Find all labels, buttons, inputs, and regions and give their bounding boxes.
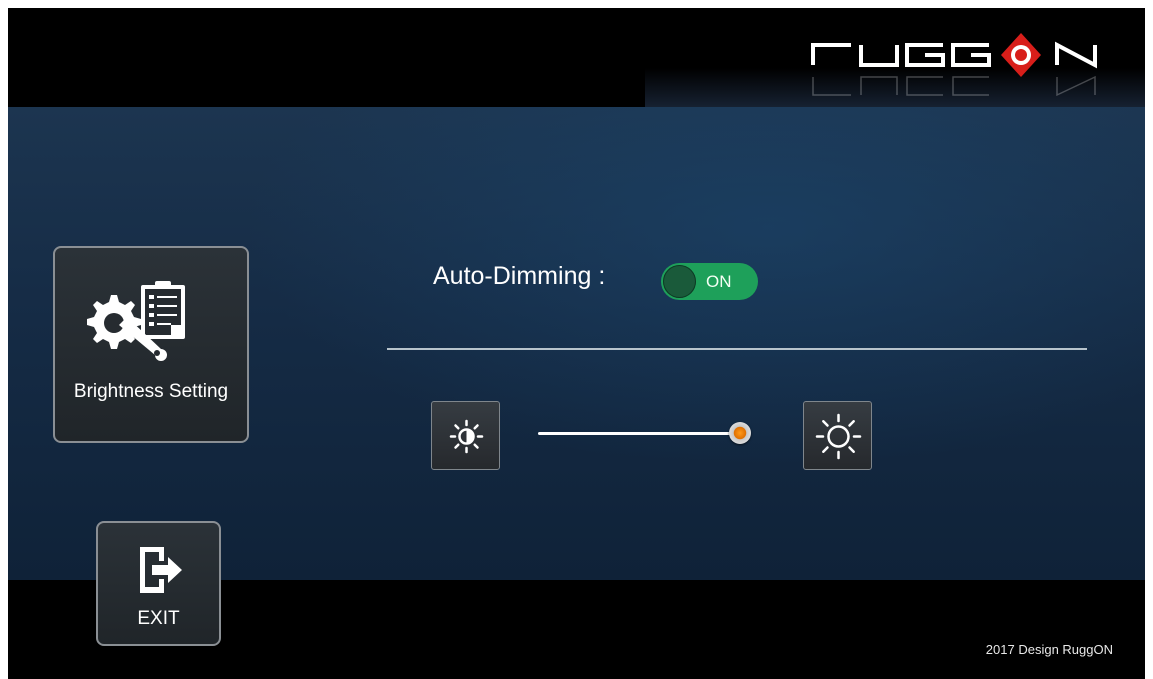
top-bar bbox=[8, 8, 1145, 107]
brightness-setting-label: Brightness Setting bbox=[73, 381, 229, 402]
sun-small-icon bbox=[449, 419, 484, 454]
section-divider bbox=[387, 348, 1087, 350]
exit-label: EXIT bbox=[137, 608, 180, 629]
auto-dimming-label: Auto-Dimming : bbox=[433, 262, 606, 290]
brightness-setting-button[interactable]: Brightness Setting bbox=[53, 246, 249, 443]
footer-credit: 2017 Design RuggON bbox=[985, 642, 1113, 657]
app-window: Brightness Setting EXIT Auto-Dimming : O… bbox=[8, 8, 1145, 679]
slider-track bbox=[538, 432, 748, 435]
ruggon-logo bbox=[811, 33, 1097, 97]
toggle-knob bbox=[663, 265, 696, 298]
slider-thumb[interactable] bbox=[728, 422, 751, 444]
auto-dimming-toggle[interactable]: ON bbox=[661, 263, 758, 300]
exit-button[interactable]: EXIT bbox=[96, 521, 221, 646]
sun-large-icon bbox=[815, 413, 862, 460]
brightness-decrease-button[interactable] bbox=[431, 401, 500, 470]
toggle-state-text: ON bbox=[706, 272, 732, 291]
gear-wrench-clipboard-icon bbox=[87, 281, 185, 361]
brightness-slider[interactable] bbox=[538, 418, 758, 448]
exit-door-arrow-icon bbox=[140, 547, 182, 593]
brightness-increase-button[interactable] bbox=[803, 401, 872, 470]
